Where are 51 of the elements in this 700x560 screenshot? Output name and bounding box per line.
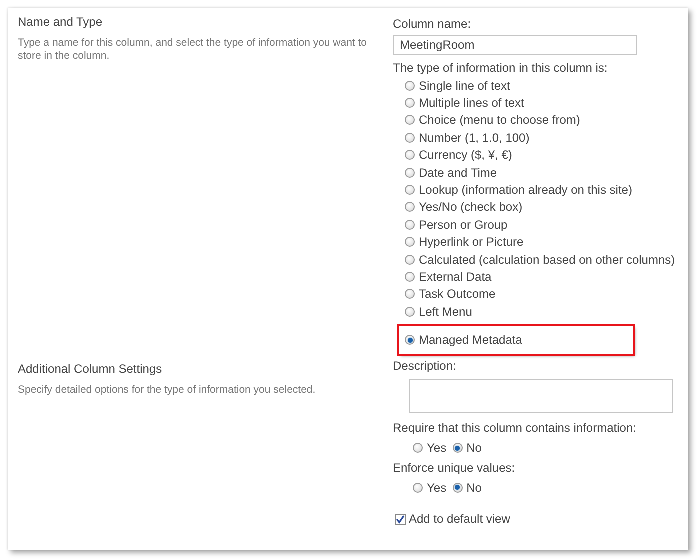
- radio-button[interactable]: [405, 289, 415, 300]
- radio-label: Task Outcome: [419, 287, 496, 302]
- text-field[interactable]: MeetingRoom: [393, 35, 637, 55]
- radio-button[interactable]: [405, 168, 415, 178]
- radio-button[interactable]: [405, 115, 415, 126]
- radio-label: Person or Group: [419, 218, 508, 232]
- field-label: Enforce unique values:: [393, 460, 516, 477]
- radio-label: No: [466, 480, 482, 495]
- radio-button[interactable]: [413, 482, 423, 493]
- field-label: Description:: [393, 358, 458, 376]
- radio-button[interactable]: [405, 254, 415, 265]
- radio-label: Choice (menu to choose from): [419, 113, 580, 128]
- radio-label: Date and Time: [419, 166, 498, 180]
- radio-button[interactable]: [452, 443, 463, 454]
- section-title: Name and Type: [18, 15, 104, 29]
- radio-label: External Data: [419, 270, 492, 284]
- radio-label: Yes: [427, 441, 447, 456]
- radio-button[interactable]: [405, 98, 415, 108]
- field-label: Column name:: [393, 16, 472, 33]
- checkbox-label: Add to default view: [409, 512, 510, 526]
- radio-label: Multiple lines of text: [419, 96, 524, 110]
- radio-label: Left Menu: [419, 304, 472, 319]
- radio-button[interactable]: [405, 306, 415, 317]
- radio-button[interactable]: [405, 185, 415, 196]
- radio-button[interactable]: [405, 335, 415, 346]
- radio-label: Single line of text: [419, 78, 510, 93]
- radio-label: Calculated (calculation based on other columns): [419, 252, 676, 267]
- radio-label: No: [466, 441, 482, 456]
- radio-button[interactable]: [452, 482, 463, 493]
- field-label: Require that this column contains information:: [393, 420, 638, 438]
- radio-button[interactable]: [413, 443, 423, 454]
- radio-label: Managed Metadata: [419, 333, 522, 348]
- checkbox[interactable]: [395, 514, 406, 525]
- radio-label: Yes: [427, 480, 447, 495]
- section-description: Specify detailed options for the type of information you selected.: [18, 384, 317, 398]
- radio-button[interactable]: [405, 132, 415, 143]
- section-description: Type a name for this column, and select the type of information you want to store in the column.: [18, 37, 368, 63]
- radio-label: Yes/No (check box): [419, 200, 523, 214]
- radio-label: Hyperlink or Picture: [419, 235, 524, 250]
- text-area[interactable]: [409, 379, 673, 414]
- radio-button[interactable]: [405, 272, 415, 282]
- field-label: The type of information in this column is:: [393, 60, 609, 77]
- section-title: Additional Column Settings: [18, 362, 164, 376]
- radio-button[interactable]: [405, 237, 415, 248]
- radio-button[interactable]: [405, 202, 415, 212]
- radio-button[interactable]: [405, 150, 415, 160]
- radio-button[interactable]: [405, 220, 415, 230]
- radio-label: Lookup (information already on this site): [419, 183, 632, 198]
- radio-button[interactable]: [405, 80, 415, 91]
- radio-label: Currency ($, ¥, €): [419, 148, 512, 162]
- radio-label: Number (1, 1.0, 100): [419, 130, 530, 145]
